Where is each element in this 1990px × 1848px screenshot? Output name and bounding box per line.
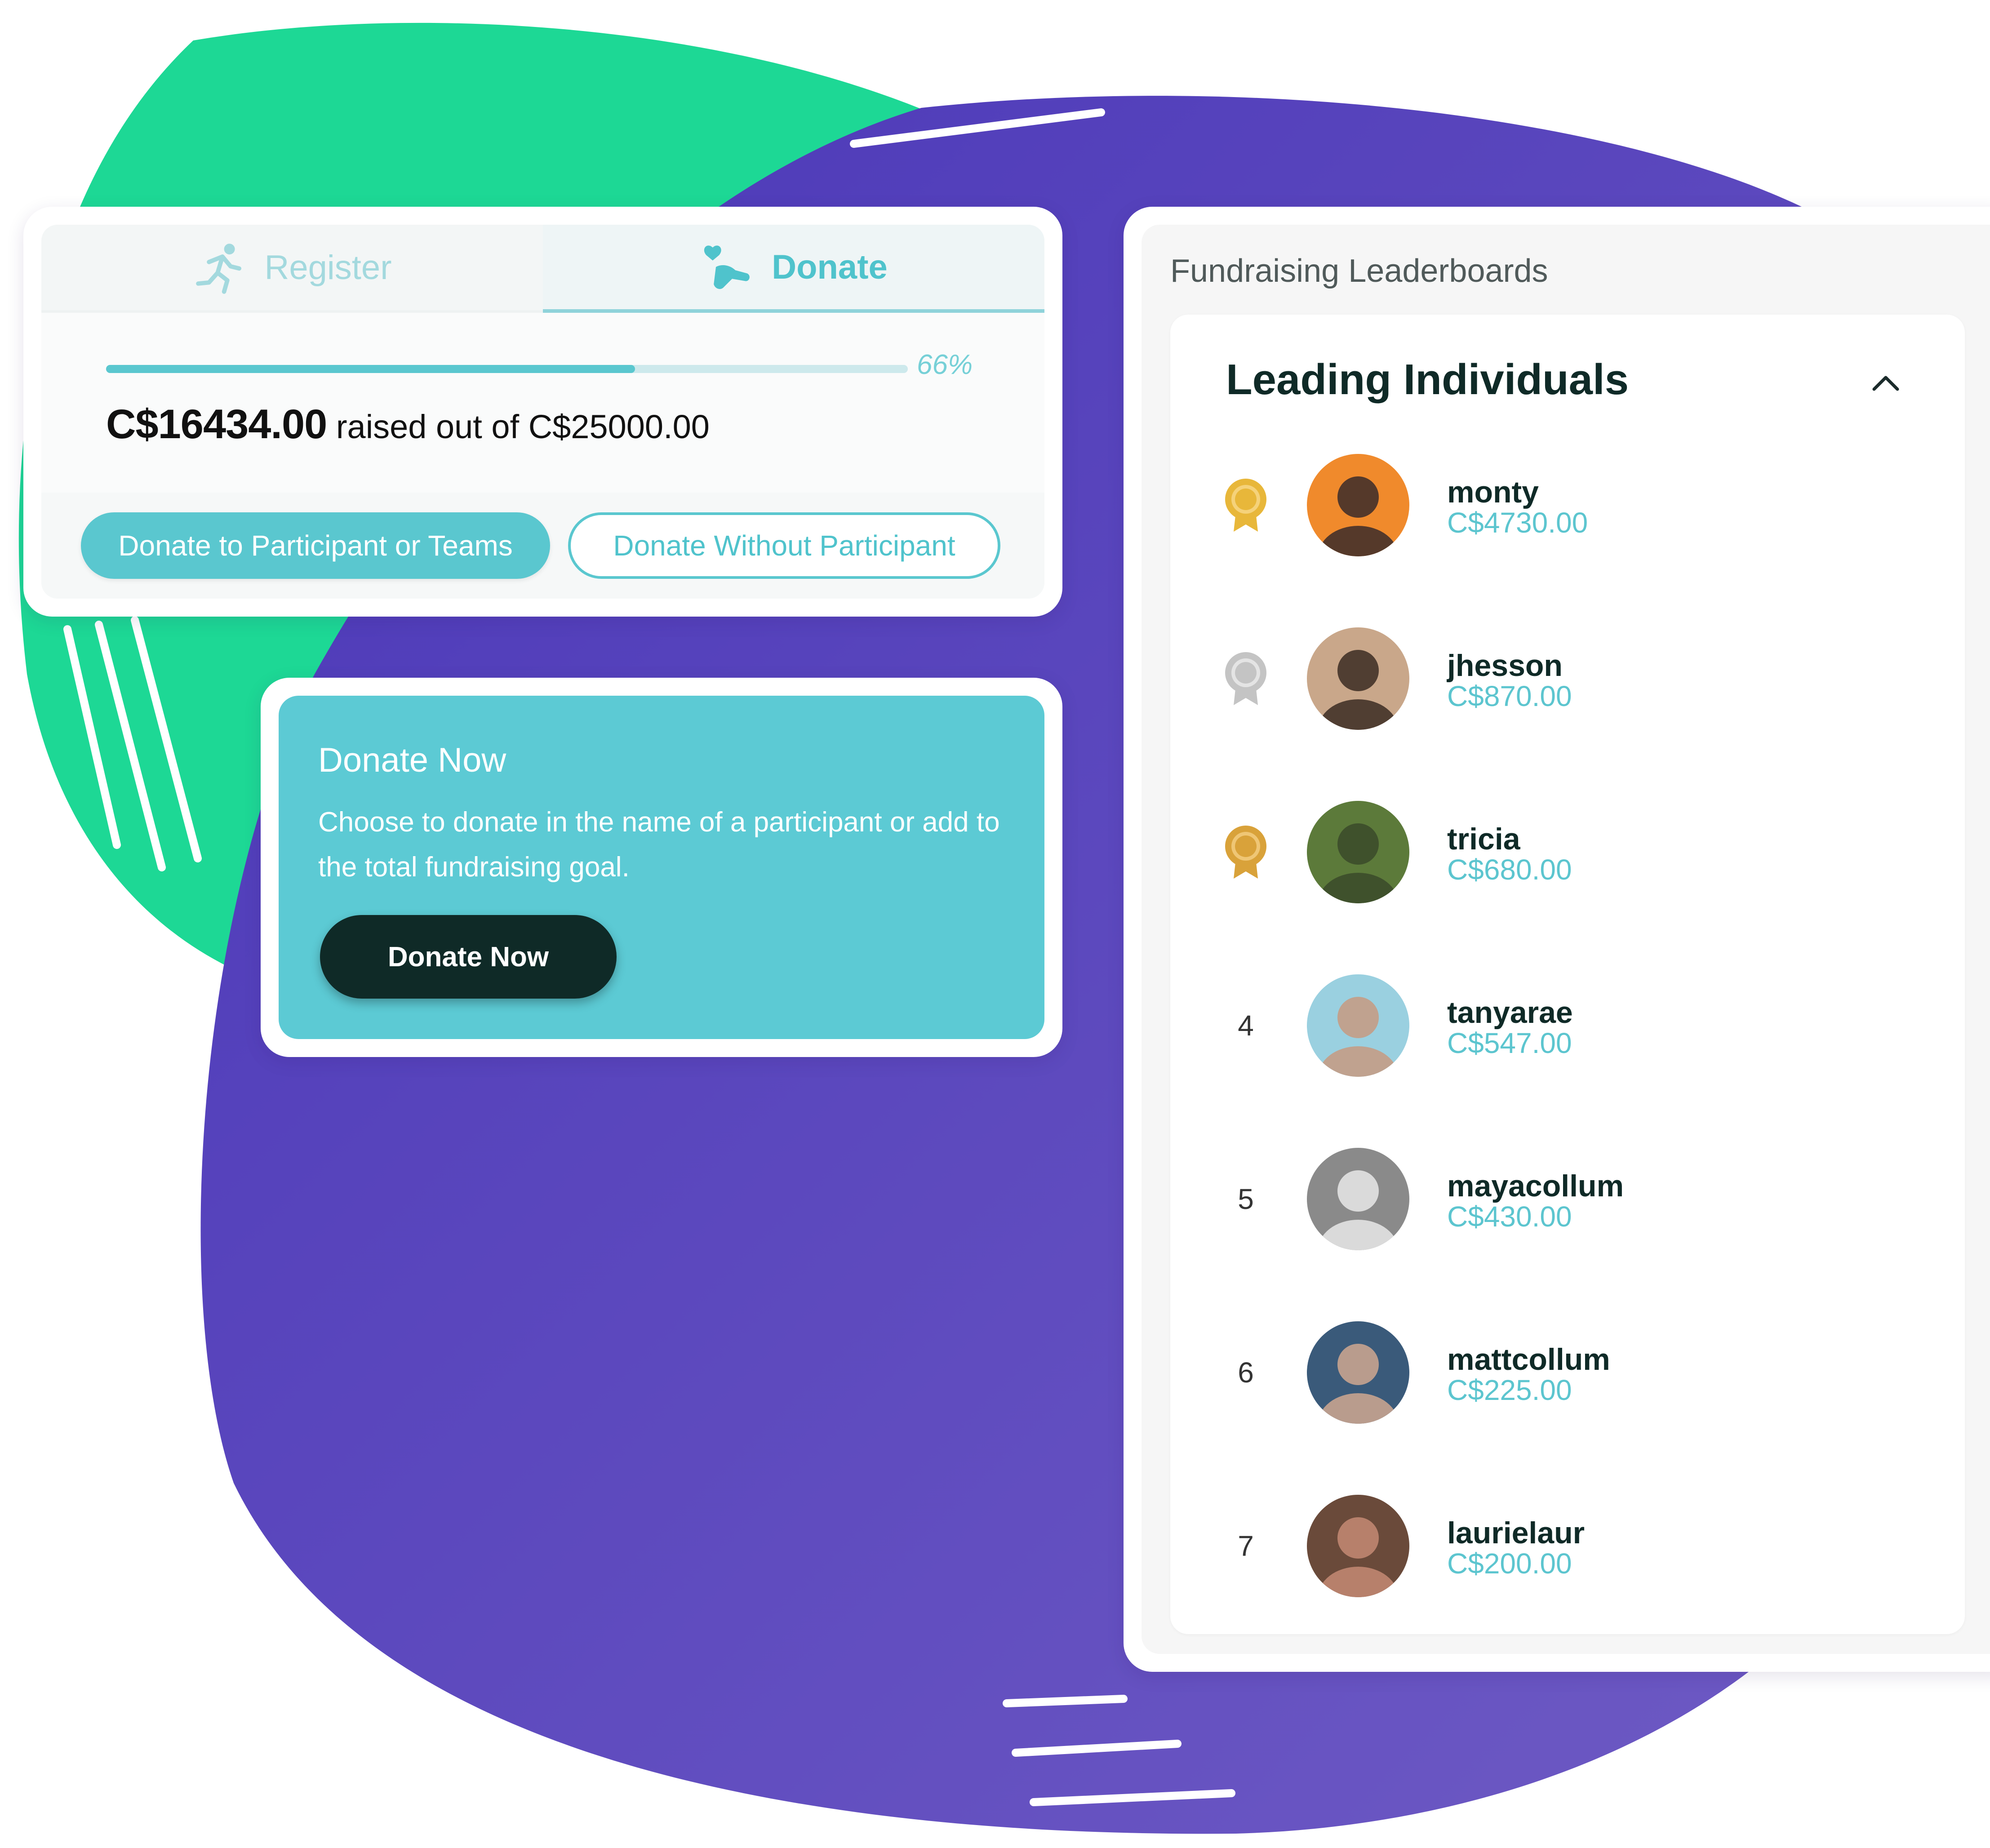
leaderboard-card: Fundraising Leaderboards Leading Individ… [1124,207,1990,1672]
runner-icon [195,244,241,294]
bronze-medal-icon [1219,825,1273,879]
avatar [1307,1495,1409,1597]
participant-name[interactable]: mayacollum [1447,1168,1624,1204]
participant-name[interactable]: tanyarae [1447,995,1573,1030]
progress-percent: 66% [917,349,973,380]
donate-now-button[interactable]: Donate Now [320,915,617,999]
participant-amount: C$225.00 [1447,1374,1572,1406]
chevron-up-icon[interactable] [1868,369,1904,396]
leaderboard-row[interactable]: jhesson C$870.00 [1170,625,1965,733]
avatar [1307,1321,1409,1424]
progress-bar-fill [106,365,635,373]
leaderboard-row[interactable]: 7 laurielaur C$200.00 [1170,1492,1965,1600]
donation-progress-panel: Register Donate 66% C$16434.00 raised ou… [41,225,1044,599]
donate-now-panel: Donate Now Choose to donate in the name … [279,696,1044,1039]
participant-amount: C$547.00 [1447,1027,1572,1059]
leaderboard-row[interactable]: tricia C$680.00 [1170,798,1965,906]
leaderboard-row[interactable]: monty C$4730.00 [1170,451,1965,559]
hand-heart-icon [704,245,750,289]
donate-button-row: Donate to Participant or Teams Donate Wi… [41,493,1044,599]
participant-name[interactable]: tricia [1447,822,1520,857]
participant-amount: C$680.00 [1447,853,1572,886]
donate-now-card: Donate Now Choose to donate in the name … [261,678,1062,1057]
gold-medal-icon [1219,478,1273,532]
raised-amount: C$16434.00 [106,401,327,447]
leaderboard-row[interactable]: 5 mayacollum C$430.00 [1170,1145,1965,1253]
silver-medal-icon [1219,652,1273,706]
tab-donate-label: Donate [772,248,888,286]
donate-now-title: Donate Now [318,741,506,779]
participant-amount: C$200.00 [1447,1547,1572,1580]
leaderboard-container: Fundraising Leaderboards Leading Individ… [1142,225,1990,1654]
donate-to-participant-button[interactable]: Donate to Participant or Teams [81,512,550,579]
donate-without-participant-button[interactable]: Donate Without Participant [568,512,1000,579]
tab-register[interactable]: Register [41,225,543,313]
avatar [1307,454,1409,556]
raised-goal-text: raised out of C$25000.00 [336,408,710,445]
donate-now-description: Choose to donate in the name of a partic… [318,807,1000,883]
tab-bar: Register Donate [41,225,1044,313]
avatar [1307,974,1409,1077]
tab-donate[interactable]: Donate [543,225,1044,313]
rank-number: 7 [1238,1530,1254,1562]
leaderboard-heading: Fundraising Leaderboards [1170,253,1548,289]
avatar [1307,627,1409,730]
progress-bar [106,365,908,373]
rank-number: 5 [1238,1183,1254,1215]
participant-name[interactable]: laurielaur [1447,1515,1585,1550]
leading-individuals-panel: Leading Individuals monty C$4730.00 jhesso… [1170,315,1965,1634]
participant-name[interactable]: mattcollum [1447,1342,1610,1377]
avatar [1307,801,1409,903]
tab-register-label: Register [264,248,392,287]
raised-summary: C$16434.00 raised out of C$25000.00 [106,401,710,448]
rank-number: 4 [1238,1009,1254,1042]
participant-amount: C$870.00 [1447,680,1572,712]
donation-progress-card: Register Donate 66% C$16434.00 raised ou… [23,207,1062,617]
participant-name[interactable]: jhesson [1447,648,1563,683]
leaderboard-title: Leading Individuals [1226,355,1629,404]
participant-name[interactable]: monty [1447,475,1539,510]
participant-amount: C$4730.00 [1447,506,1588,539]
avatar [1307,1148,1409,1250]
leaderboard-row[interactable]: 6 mattcollum C$225.00 [1170,1319,1965,1426]
progress-area: 66% C$16434.00 raised out of C$25000.00 [41,313,1044,493]
rank-number: 6 [1238,1356,1254,1389]
leaderboard-row[interactable]: 4 tanyarae C$547.00 [1170,972,1965,1079]
participant-amount: C$430.00 [1447,1200,1572,1233]
